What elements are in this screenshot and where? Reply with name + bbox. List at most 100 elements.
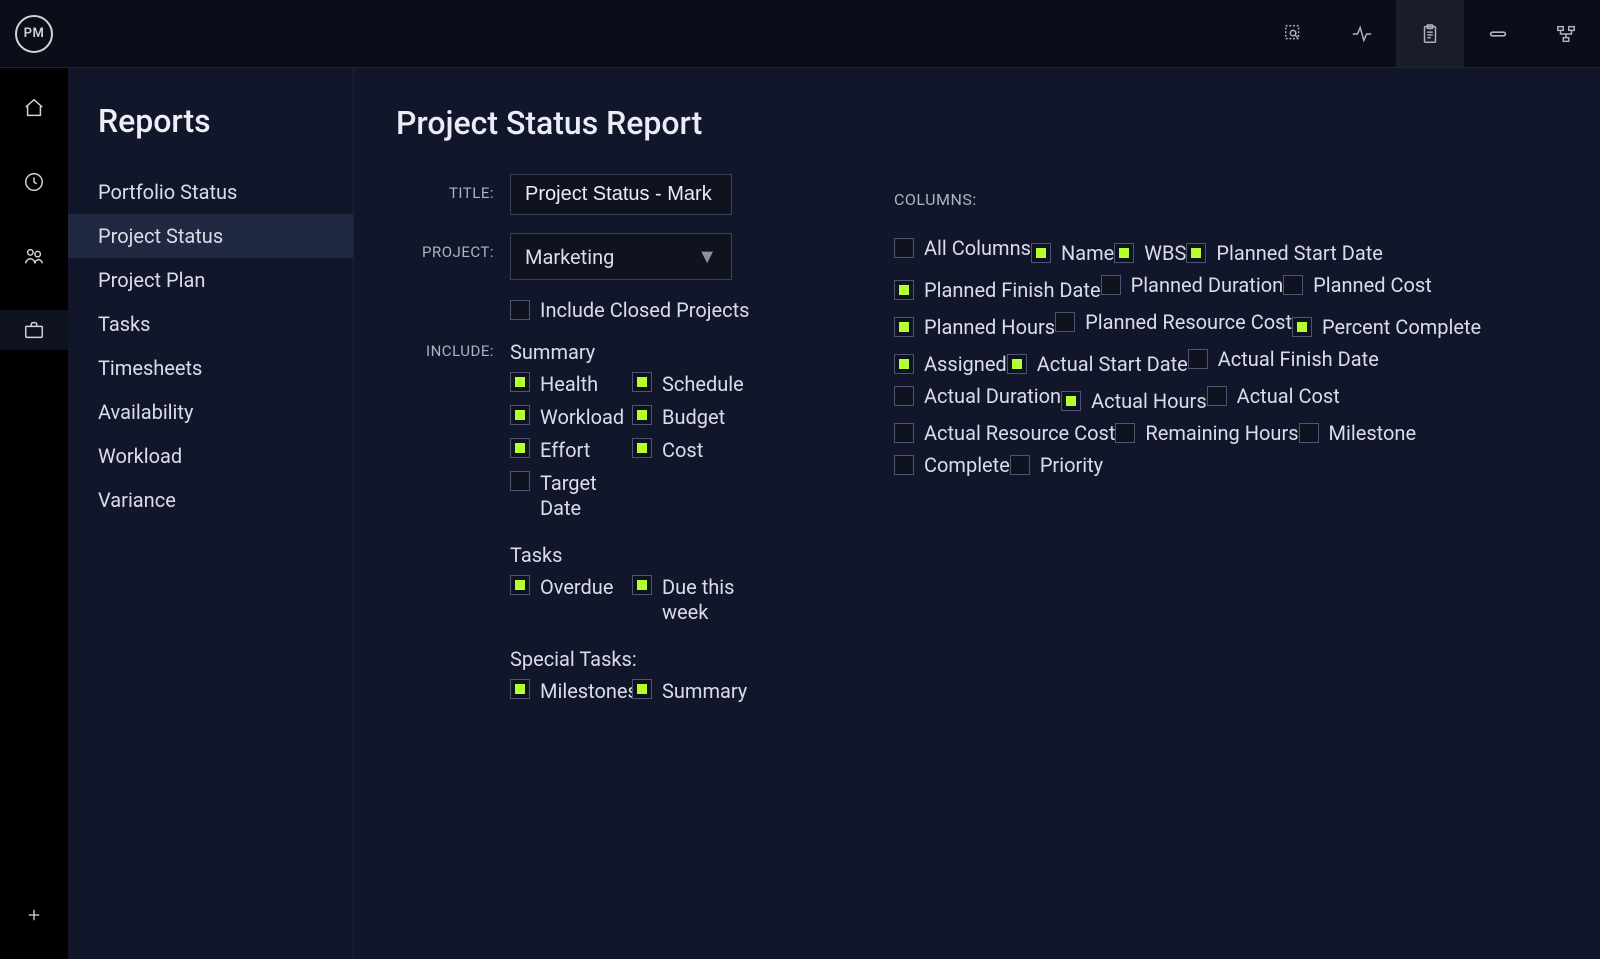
logo-text: PM [24, 26, 45, 41]
column-planned-resource-cost-label: Planned Resource Cost [1085, 310, 1292, 334]
special-summary-checkbox[interactable]: Summary [632, 679, 742, 704]
column-milestone-checkbox[interactable]: Milestone [1299, 417, 1417, 449]
checkbox-box [510, 372, 530, 392]
columns-panel: COLUMNS: All ColumnsNameWBSPlanned Start… [894, 190, 1558, 704]
column-planned-cost-checkbox[interactable]: Planned Cost [1283, 269, 1432, 301]
checkbox-box [632, 405, 652, 425]
checkbox-box [1061, 391, 1081, 411]
column-remaining-hours-checkbox[interactable]: Remaining Hours [1115, 417, 1298, 449]
special-summary-label: Summary [662, 679, 747, 704]
column-assigned-checkbox[interactable]: Assigned [894, 348, 1007, 380]
column-actual-duration-checkbox[interactable]: Actual Duration [894, 380, 1061, 412]
reports-item-portfolio-status[interactable]: Portfolio Status [68, 170, 353, 214]
include-group-special: Special Tasks:MilestonesSummary [510, 647, 742, 704]
toolbar-clipboard-button[interactable] [1396, 0, 1464, 67]
columns-list: All ColumnsNameWBSPlanned Start DatePlan… [894, 232, 1538, 704]
include-closed-checkbox[interactable]: Include Closed Projects [510, 298, 749, 322]
column-actual-hours-checkbox[interactable]: Actual Hours [1061, 385, 1207, 417]
summary-target-date-label: Target Date [540, 471, 620, 521]
summary-workload-checkbox[interactable]: Workload [510, 405, 620, 430]
columns-all-checkbox[interactable]: All Columns [894, 232, 1031, 264]
column-actual-resource-cost-checkbox[interactable]: Actual Resource Cost [894, 417, 1115, 449]
column-planned-start-date-checkbox[interactable]: Planned Start Date [1186, 237, 1383, 269]
checkbox-box [1188, 349, 1208, 369]
checkbox-box [1031, 243, 1051, 263]
clipboard-icon [1419, 23, 1441, 45]
tasks-due-this-week-label: Due this week [662, 575, 742, 625]
checkbox-box [510, 405, 530, 425]
column-actual-duration-label: Actual Duration [924, 384, 1061, 408]
summary-cost-checkbox[interactable]: Cost [632, 438, 742, 463]
rail-home-button[interactable] [0, 88, 68, 128]
plus-icon [25, 906, 43, 924]
reports-item-project-plan[interactable]: Project Plan [68, 258, 353, 302]
column-actual-start-date-checkbox[interactable]: Actual Start Date [1007, 348, 1188, 380]
toolbar-hierarchy-button[interactable] [1532, 0, 1600, 67]
toolbar-search-button[interactable] [1260, 0, 1328, 67]
summary-target-date-checkbox[interactable]: Target Date [510, 471, 620, 521]
column-complete-checkbox[interactable]: Complete [894, 449, 1010, 481]
include-group-title: Summary [510, 340, 742, 364]
column-wbs-checkbox[interactable]: WBS [1114, 237, 1186, 269]
include-row: INCLUDE: SummaryHealthWorkloadEffortTarg… [396, 340, 866, 704]
checkbox-box [1299, 423, 1319, 443]
reports-item-availability[interactable]: Availability [68, 390, 353, 434]
checkbox-box [632, 575, 652, 595]
column-actual-resource-cost-label: Actual Resource Cost [924, 421, 1115, 445]
toolbar-link-button[interactable] [1464, 0, 1532, 67]
summary-budget-label: Budget [662, 405, 725, 430]
column-planned-finish-date-checkbox[interactable]: Planned Finish Date [894, 274, 1101, 306]
column-planned-duration-checkbox[interactable]: Planned Duration [1101, 269, 1284, 301]
columns-all-label: All Columns [924, 236, 1031, 260]
reports-item-project-status[interactable]: Project Status [68, 214, 353, 258]
summary-health-checkbox[interactable]: Health [510, 372, 620, 397]
toolbar-activity-button[interactable] [1328, 0, 1396, 67]
reports-item-timesheets[interactable]: Timesheets [68, 346, 353, 390]
column-percent-complete-checkbox[interactable]: Percent Complete [1292, 311, 1481, 343]
rail-team-button[interactable] [0, 236, 68, 276]
rail-clock-button[interactable] [0, 162, 68, 202]
checkbox-box [632, 372, 652, 392]
column-actual-cost-checkbox[interactable]: Actual Cost [1207, 380, 1340, 412]
tasks-overdue-label: Overdue [540, 575, 613, 600]
column-actual-start-date-label: Actual Start Date [1037, 352, 1188, 376]
search-icon [1283, 23, 1305, 45]
column-planned-resource-cost-checkbox[interactable]: Planned Resource Cost [1055, 306, 1292, 338]
logo[interactable]: PM [0, 0, 68, 68]
main-content: Project Status Report TITLE: PROJECT: Ma… [354, 68, 1600, 959]
page-title: Project Status Report [396, 104, 1558, 142]
tasks-due-this-week-checkbox[interactable]: Due this week [632, 575, 742, 625]
hierarchy-icon [1555, 23, 1577, 45]
tool-tabs [1260, 0, 1600, 67]
summary-effort-checkbox[interactable]: Effort [510, 438, 620, 463]
reports-item-variance[interactable]: Variance [68, 478, 353, 522]
checkbox-box [894, 280, 914, 300]
checkbox-box [1115, 423, 1135, 443]
include-group-summary: Summary Health Workload Effort Target Date Sc… [510, 340, 742, 521]
rail-briefcase-button[interactable] [0, 310, 68, 350]
rail-add-button[interactable] [0, 895, 68, 935]
reports-item-tasks[interactable]: Tasks [68, 302, 353, 346]
column-assigned-label: Assigned [924, 352, 1007, 376]
checkbox-box [632, 438, 652, 458]
report-title-input[interactable] [510, 174, 732, 215]
title-row: TITLE: [396, 174, 866, 215]
project-select[interactable]: Marketing ▼ [510, 233, 732, 280]
column-actual-finish-date-checkbox[interactable]: Actual Finish Date [1188, 343, 1379, 375]
home-icon [23, 97, 45, 119]
checkbox-box [1186, 243, 1206, 263]
special-milestones-checkbox[interactable]: Milestones [510, 679, 620, 704]
include-closed-row: Include Closed Projects [396, 298, 866, 322]
summary-schedule-checkbox[interactable]: Schedule [632, 372, 742, 397]
column-priority-checkbox[interactable]: Priority [1010, 449, 1103, 481]
checkbox-box [894, 238, 914, 258]
left-rail [0, 68, 68, 959]
checkbox-box [1283, 275, 1303, 295]
column-name-checkbox[interactable]: Name [1031, 237, 1114, 269]
include-closed-label: Include Closed Projects [540, 298, 749, 322]
summary-budget-checkbox[interactable]: Budget [632, 405, 742, 430]
tasks-overdue-checkbox[interactable]: Overdue [510, 575, 620, 600]
activity-icon [1351, 23, 1373, 45]
reports-item-workload[interactable]: Workload [68, 434, 353, 478]
column-planned-hours-checkbox[interactable]: Planned Hours [894, 311, 1055, 343]
